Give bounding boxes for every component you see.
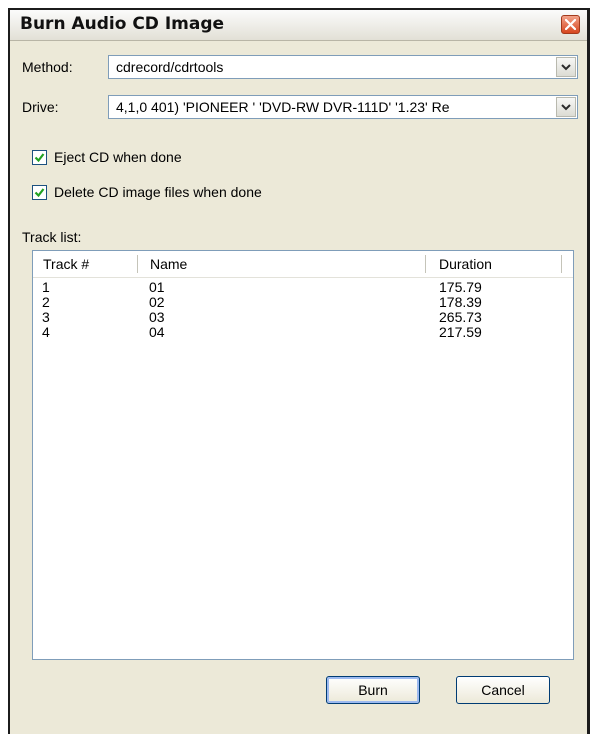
track-duration: 178.39	[439, 294, 482, 310]
column-divider[interactable]	[561, 255, 562, 273]
method-label: Method:	[22, 59, 73, 75]
table-row[interactable]: 3 03 265.73	[33, 310, 573, 325]
table-row[interactable]: 4 04 217.59	[33, 325, 573, 340]
eject-checkbox[interactable]	[32, 150, 47, 165]
column-name[interactable]: Name	[150, 256, 187, 272]
track-number: 4	[42, 324, 50, 340]
table-row[interactable]: 1 01 175.79	[33, 280, 573, 295]
track-number: 1	[42, 279, 50, 295]
track-list-label: Track list:	[22, 229, 82, 245]
column-duration[interactable]: Duration	[439, 256, 492, 272]
column-track[interactable]: Track #	[43, 256, 89, 272]
title-bar[interactable]: Burn Audio CD Image	[10, 10, 587, 41]
track-number: 2	[42, 294, 50, 310]
dialog-title: Burn Audio CD Image	[20, 14, 225, 34]
column-divider[interactable]	[137, 255, 138, 273]
chevron-down-icon	[561, 64, 571, 71]
drive-value: 4,1,0 401) 'PIONEER ' 'DVD-RW DVR-111D' …	[116, 99, 450, 115]
delete-images-label[interactable]: Delete CD image files when done	[54, 184, 262, 200]
eject-label[interactable]: Eject CD when done	[54, 149, 182, 165]
track-name: 01	[149, 279, 165, 295]
track-duration: 217.59	[439, 324, 482, 340]
burn-button[interactable]: Burn	[326, 676, 420, 704]
checkmark-icon	[34, 188, 45, 198]
drive-dropdown-button[interactable]	[556, 97, 576, 117]
cancel-button[interactable]: Cancel	[456, 676, 550, 704]
track-name: 03	[149, 309, 165, 325]
drive-select[interactable]: 4,1,0 401) 'PIONEER ' 'DVD-RW DVR-111D' …	[108, 95, 578, 119]
track-number: 3	[42, 309, 50, 325]
chevron-down-icon	[561, 104, 571, 111]
column-divider[interactable]	[425, 255, 426, 273]
burn-audio-cd-dialog: Burn Audio CD Image Method: cdrecord/cdr…	[8, 8, 590, 734]
delete-images-checkbox[interactable]	[32, 185, 47, 200]
method-dropdown-button[interactable]	[556, 57, 576, 77]
track-duration: 175.79	[439, 279, 482, 295]
track-duration: 265.73	[439, 309, 482, 325]
track-name: 02	[149, 294, 165, 310]
drive-label: Drive:	[22, 99, 59, 115]
method-value: cdrecord/cdrtools	[116, 59, 224, 75]
track-list-header: Track # Name Duration	[33, 251, 573, 278]
checkmark-icon	[34, 153, 45, 163]
close-icon	[565, 19, 576, 30]
method-select[interactable]: cdrecord/cdrtools	[108, 55, 578, 79]
close-button[interactable]	[561, 15, 580, 34]
track-list[interactable]: Track # Name Duration 1 01 175.79 2 02 1…	[32, 250, 574, 660]
track-name: 04	[149, 324, 165, 340]
table-row[interactable]: 2 02 178.39	[33, 295, 573, 310]
